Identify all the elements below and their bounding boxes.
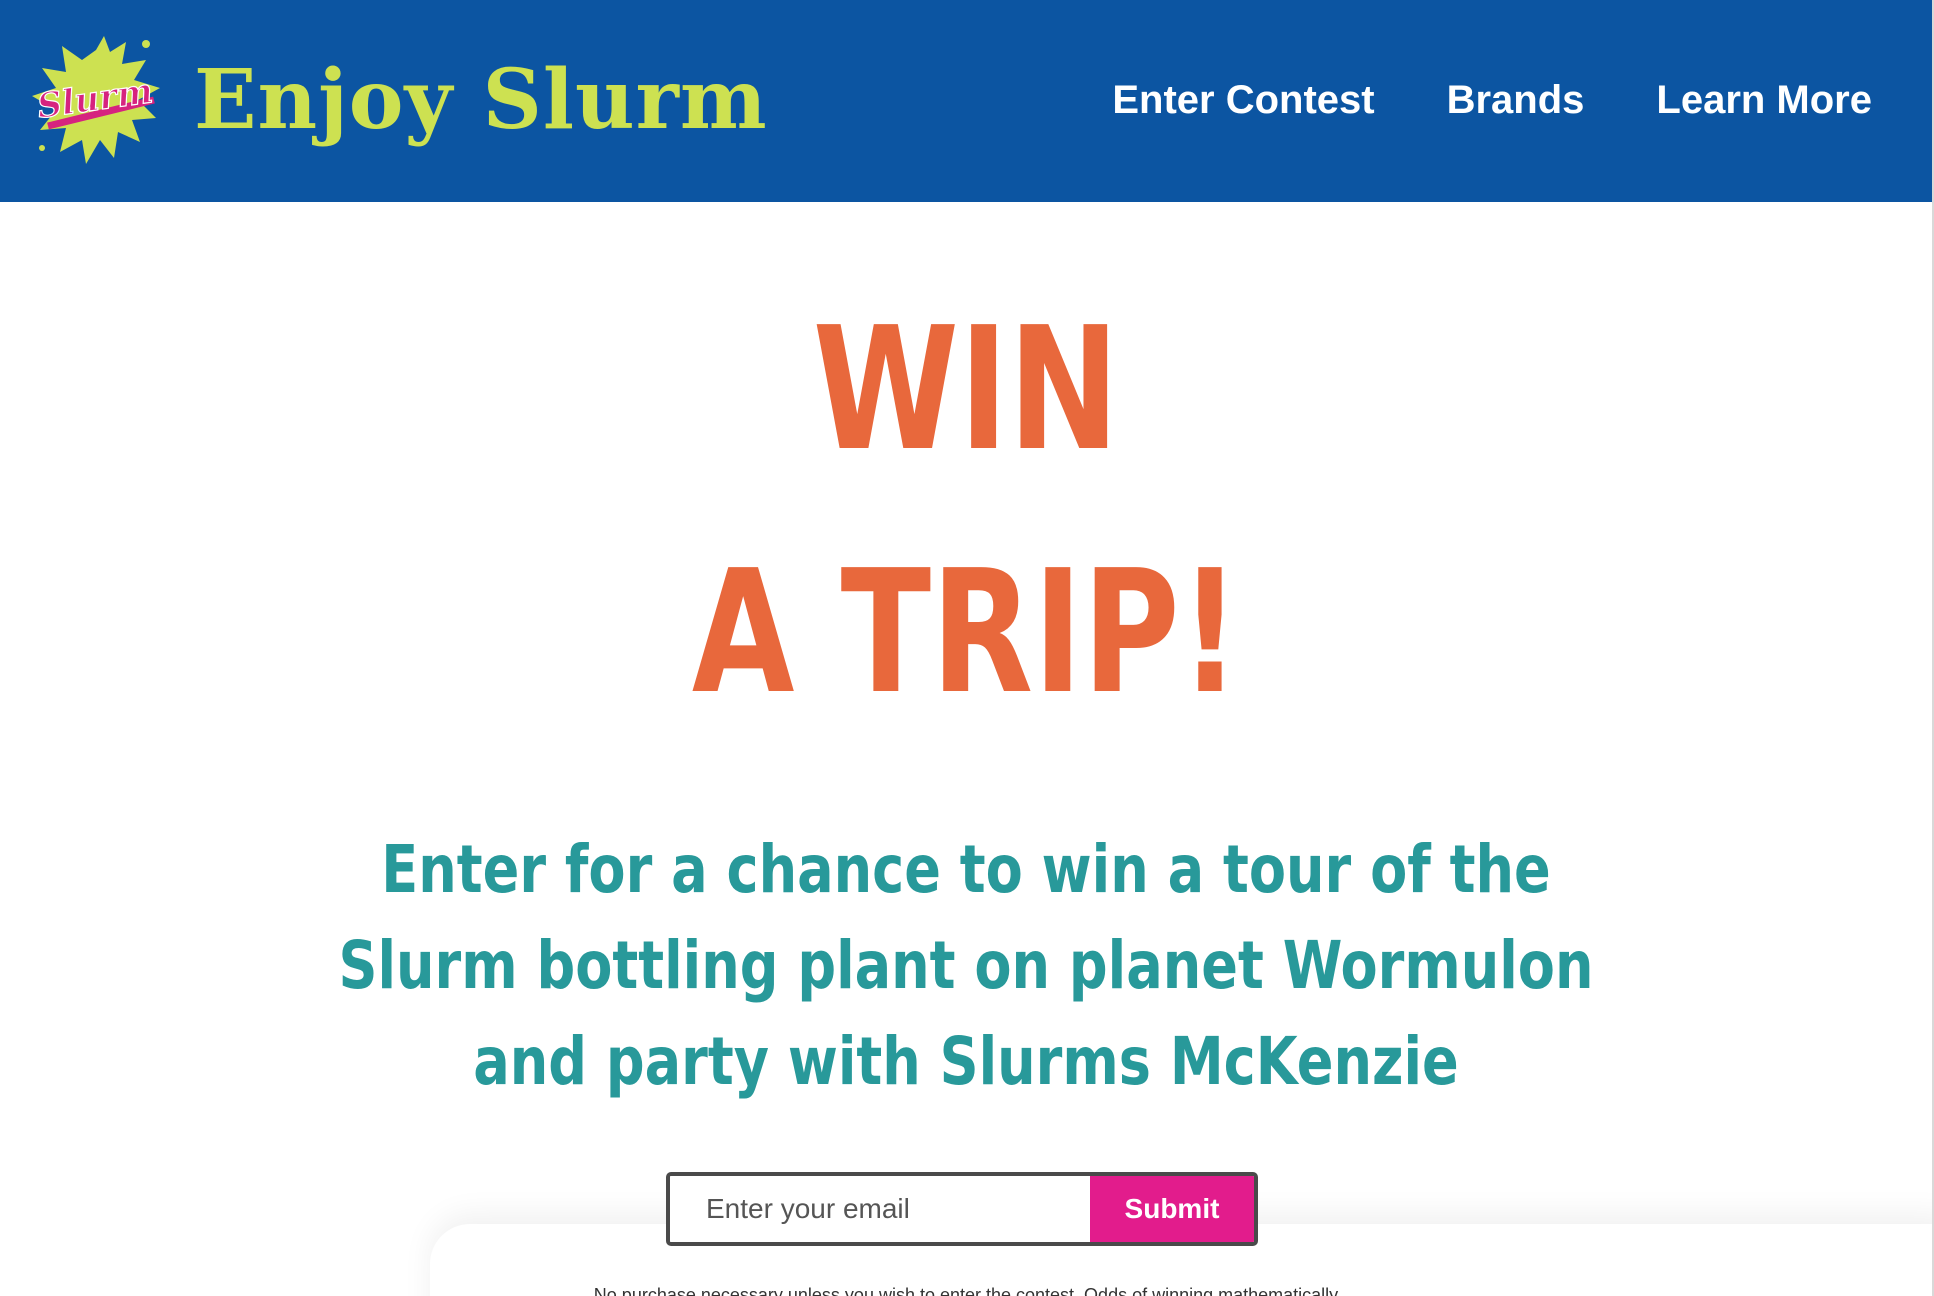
splat-drop <box>39 145 45 151</box>
headline-line-2: A TRIP! <box>691 534 1241 732</box>
nav-link-enter-contest[interactable]: Enter Contest <box>1112 74 1374 126</box>
slurm-logo[interactable]: Slurm <box>26 30 166 170</box>
brand-title[interactable]: Enjoy Slurm <box>194 50 768 150</box>
email-input[interactable] <box>670 1176 1090 1242</box>
headline-line-1: WIN <box>812 291 1120 489</box>
splat-drop <box>142 40 150 48</box>
main-nav: Enter Contest Brands Learn More <box>1112 74 1872 126</box>
nav-link-learn-more[interactable]: Learn More <box>1656 74 1872 126</box>
email-signup-form: Submit <box>666 1172 1258 1246</box>
page: Slurm Enjoy Slurm Enter Contest Brands L… <box>0 0 1934 1296</box>
site-header: Slurm Enjoy Slurm Enter Contest Brands L… <box>0 0 1932 202</box>
submit-button[interactable]: Submit <box>1090 1176 1254 1242</box>
disclaimer-text: No purchase necessary unless you wish to… <box>593 1285 1339 1296</box>
hero-subtext: Enter for a chance to win a tour of the … <box>338 831 1594 1100</box>
nav-link-brands[interactable]: Brands <box>1447 74 1585 126</box>
